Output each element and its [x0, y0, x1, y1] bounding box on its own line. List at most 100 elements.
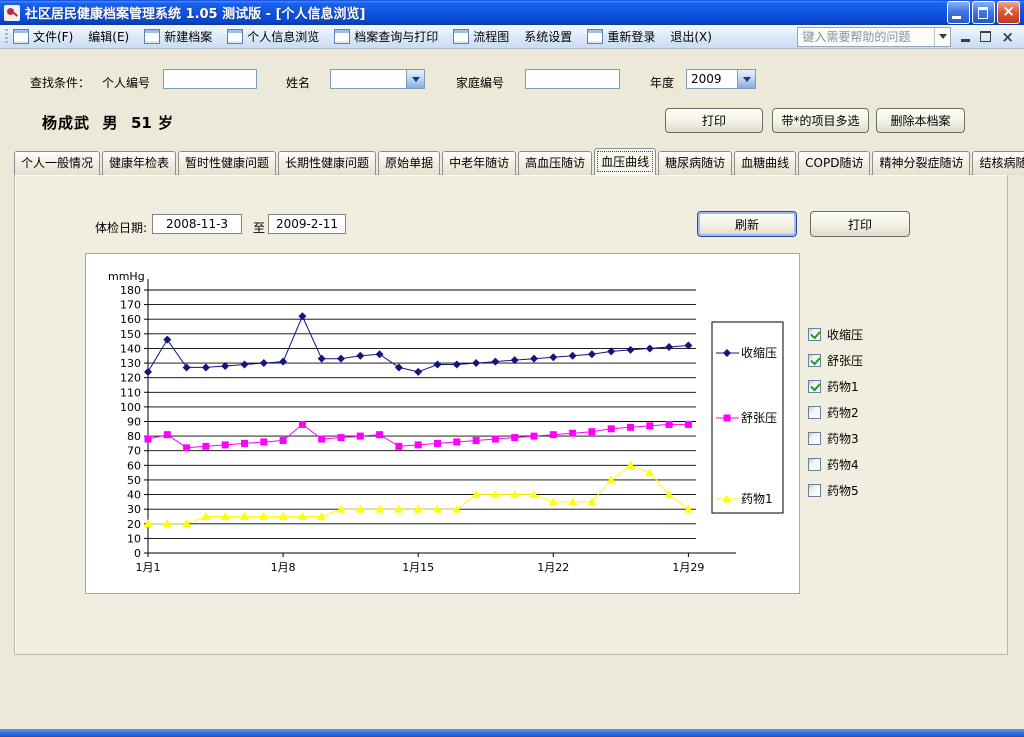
x-tick-label: 1月22	[537, 561, 569, 574]
tab-糖尿病随访[interactable]: 糖尿病随访	[658, 151, 732, 175]
series-toggle-label: 舒张压	[827, 352, 863, 369]
close-button[interactable]: ×	[997, 1, 1020, 24]
year-combobox[interactable]: 2009	[686, 69, 756, 89]
data-point	[183, 444, 190, 451]
patient-summary: 杨成武 男 51 岁	[42, 112, 174, 133]
data-point	[646, 422, 653, 429]
checkbox[interactable]	[808, 406, 821, 419]
date-to-label: 至	[253, 219, 265, 236]
menu-item-label: 档案查询与打印	[354, 28, 438, 45]
help-search-box[interactable]: 键入需要帮助的问题	[797, 27, 951, 47]
legend-label: 收缩压	[741, 345, 777, 360]
series-toggle[interactable]: 药物4	[808, 456, 859, 473]
date-to-input[interactable]	[268, 214, 346, 234]
menu-item[interactable]: 个人信息浏览	[227, 28, 319, 45]
tab-血糖曲线[interactable]: 血糖曲线	[734, 151, 796, 175]
checkbox[interactable]	[808, 380, 821, 393]
exam-date-label: 体检日期:	[95, 219, 147, 236]
checkbox[interactable]	[808, 458, 821, 471]
series-toggle[interactable]: 药物1	[808, 378, 859, 395]
print-record-button[interactable]: 打印	[665, 108, 763, 133]
year-combobox-arrow[interactable]	[737, 70, 755, 88]
data-point	[608, 425, 615, 432]
tab-COPD随访[interactable]: COPD随访	[798, 151, 870, 175]
multi-select-button[interactable]: 带*的项目多选	[772, 108, 869, 133]
data-point	[724, 415, 731, 422]
tab-个人一般情况[interactable]: 个人一般情况	[14, 151, 100, 175]
menu-item[interactable]: 档案查询与打印	[334, 28, 438, 45]
checkbox[interactable]	[808, 328, 821, 341]
menu-item[interactable]: 重新登录	[587, 28, 655, 45]
refresh-button[interactable]: 刷新	[697, 211, 797, 237]
y-tick-label: 110	[120, 386, 141, 399]
patient-name: 杨成武	[42, 114, 90, 132]
y-tick-label: 60	[127, 459, 141, 472]
delete-record-button[interactable]: 删除本档案	[876, 108, 965, 133]
data-point	[569, 430, 576, 437]
print-chart-button[interactable]: 打印	[810, 211, 910, 237]
data-point	[415, 441, 422, 448]
personal-id-input[interactable]	[163, 69, 257, 89]
tab-健康年检表[interactable]: 健康年检表	[102, 151, 176, 175]
family-id-input[interactable]	[525, 69, 620, 89]
menu-item-label: 个人信息浏览	[247, 28, 319, 45]
checkbox[interactable]	[808, 484, 821, 497]
y-tick-label: 0	[134, 547, 141, 560]
form-icon	[453, 29, 469, 44]
checkbox[interactable]	[808, 432, 821, 445]
series-toggle[interactable]: 药物3	[808, 430, 859, 447]
year-label: 年度	[650, 74, 674, 91]
tab-中老年随访[interactable]: 中老年随访	[442, 151, 516, 175]
data-point	[202, 443, 209, 450]
name-combobox[interactable]	[330, 69, 425, 89]
data-point	[434, 440, 441, 447]
series-toggle[interactable]: 药物5	[808, 482, 859, 499]
app-window: { "window": { "title": "社区居民健康档案管理系统 1.0…	[0, 0, 1024, 737]
date-from-input[interactable]	[152, 214, 242, 234]
check-icon	[810, 381, 820, 392]
data-point	[666, 421, 673, 428]
tab-精神分裂症随访[interactable]: 精神分裂症随访	[872, 151, 970, 175]
year-combobox-value: 2009	[687, 70, 737, 88]
tab-暂时性健康问题[interactable]: 暂时性健康问题	[178, 151, 276, 175]
y-tick-label: 140	[120, 342, 141, 355]
chevron-down-icon	[939, 34, 947, 43]
menu-item[interactable]: 系统设置	[524, 28, 572, 45]
mdi-window-controls: ×	[961, 30, 1024, 44]
legend-label: 药物1	[741, 492, 773, 506]
data-point	[318, 436, 325, 443]
data-point	[222, 441, 229, 448]
restore-button[interactable]	[972, 1, 995, 24]
name-combobox-arrow[interactable]	[406, 70, 424, 88]
bp-chart-card: 0102030405060708090100110120130140150160…	[85, 253, 800, 594]
tab-血压曲线[interactable]: 血压曲线	[594, 148, 656, 175]
y-tick-label: 120	[120, 372, 141, 385]
y-tick-label: 70	[127, 445, 141, 458]
menu-item[interactable]: 编辑(E)	[88, 28, 129, 45]
app-icon	[4, 5, 20, 21]
data-point	[376, 431, 383, 438]
mdi-close-button[interactable]: ×	[1001, 30, 1014, 44]
tab-长期性健康问题[interactable]: 长期性健康问题	[278, 151, 376, 175]
tab-高血压随访[interactable]: 高血压随访	[518, 151, 592, 175]
mdi-restore-button[interactable]	[980, 31, 991, 42]
mdi-minimize-button[interactable]	[961, 39, 970, 42]
series-toggle-label: 药物4	[827, 456, 859, 473]
data-point	[395, 443, 402, 450]
y-tick-label: 100	[120, 401, 141, 414]
series-toggle[interactable]: 收缩压	[808, 326, 863, 343]
y-tick-label: 170	[120, 299, 141, 312]
series-toggle[interactable]: 舒张压	[808, 352, 863, 369]
tab-原始单据[interactable]: 原始单据	[378, 151, 440, 175]
help-dropdown-button[interactable]	[934, 28, 950, 46]
series-toggle[interactable]: 药物2	[808, 404, 859, 421]
menu-item[interactable]: 文件(F)	[13, 28, 73, 45]
menu-item[interactable]: 退出(X)	[670, 28, 712, 45]
minimize-button[interactable]	[947, 1, 970, 24]
toolbar-grip-handle[interactable]	[5, 29, 8, 45]
check-icon	[810, 355, 820, 366]
checkbox[interactable]	[808, 354, 821, 367]
menu-item[interactable]: 新建档案	[144, 28, 212, 45]
menu-item[interactable]: 流程图	[453, 28, 509, 45]
tab-结核病随访[interactable]: 结核病随访	[972, 151, 1024, 175]
